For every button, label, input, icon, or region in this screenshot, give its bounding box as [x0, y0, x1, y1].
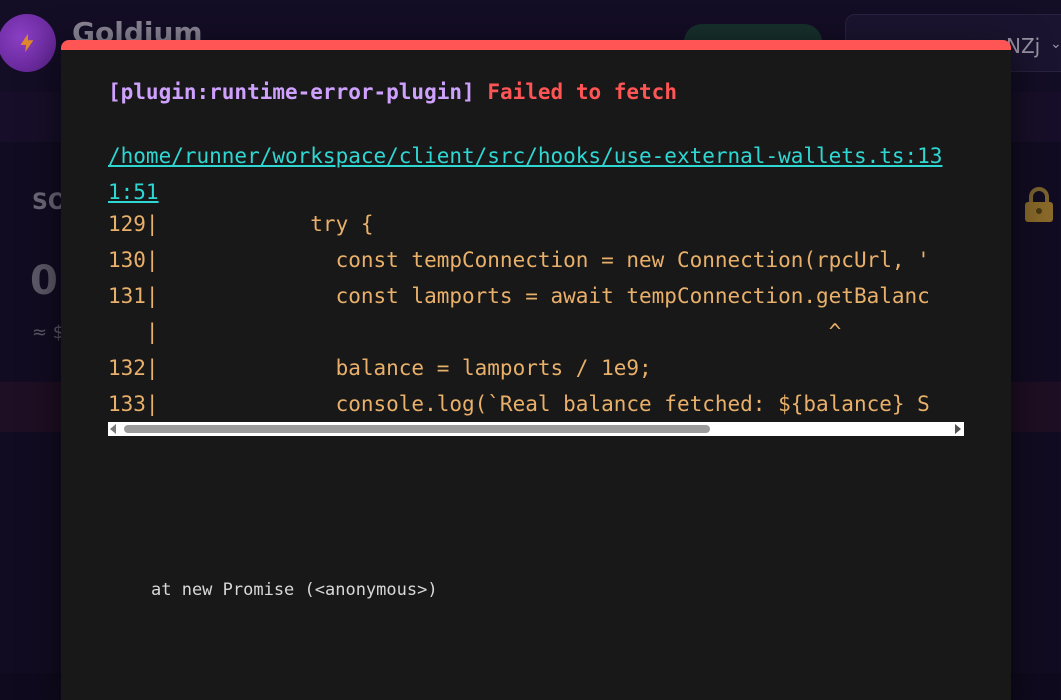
code-line: 133| console.log(`Real balance fetched: …: [108, 392, 930, 416]
error-header: [plugin:runtime-error-plugin] Failed to …: [108, 80, 677, 104]
error-plugin-name: [plugin:runtime-error-plugin]: [108, 80, 475, 104]
scroll-right-arrow-icon[interactable]: [955, 424, 961, 434]
code-line: 131| const lamports = await tempConnecti…: [108, 284, 930, 308]
code-horizontal-scrollbar[interactable]: [108, 422, 964, 436]
balance-usd: ≈ $: [32, 322, 65, 343]
scroll-thumb[interactable]: [124, 425, 710, 433]
code-line: 132| balance = lamports / 1e9;: [108, 356, 652, 380]
code-frame: 129| try { 130| const tempConnection = n…: [108, 206, 964, 426]
scroll-left-arrow-icon[interactable]: [110, 424, 116, 434]
logo-bolt-icon: [0, 14, 56, 72]
code-line-pointer: | ^: [108, 320, 842, 344]
error-overlay: [plugin:runtime-error-plugin] Failed to …: [61, 40, 1011, 700]
error-file-link[interactable]: /home/runner/workspace/client/src/hooks/…: [108, 138, 964, 210]
code-line: 129| try {: [108, 212, 374, 236]
chevron-down-icon: ⌄: [1050, 36, 1061, 52]
stack-trace-line: at new Promise (<anonymous>): [151, 580, 438, 600]
error-message: Failed to fetch: [487, 80, 677, 104]
code-line: 130| const tempConnection = new Connecti…: [108, 248, 930, 272]
lock-icon: [1025, 187, 1053, 222]
wallet-address: NZj: [1006, 34, 1041, 58]
